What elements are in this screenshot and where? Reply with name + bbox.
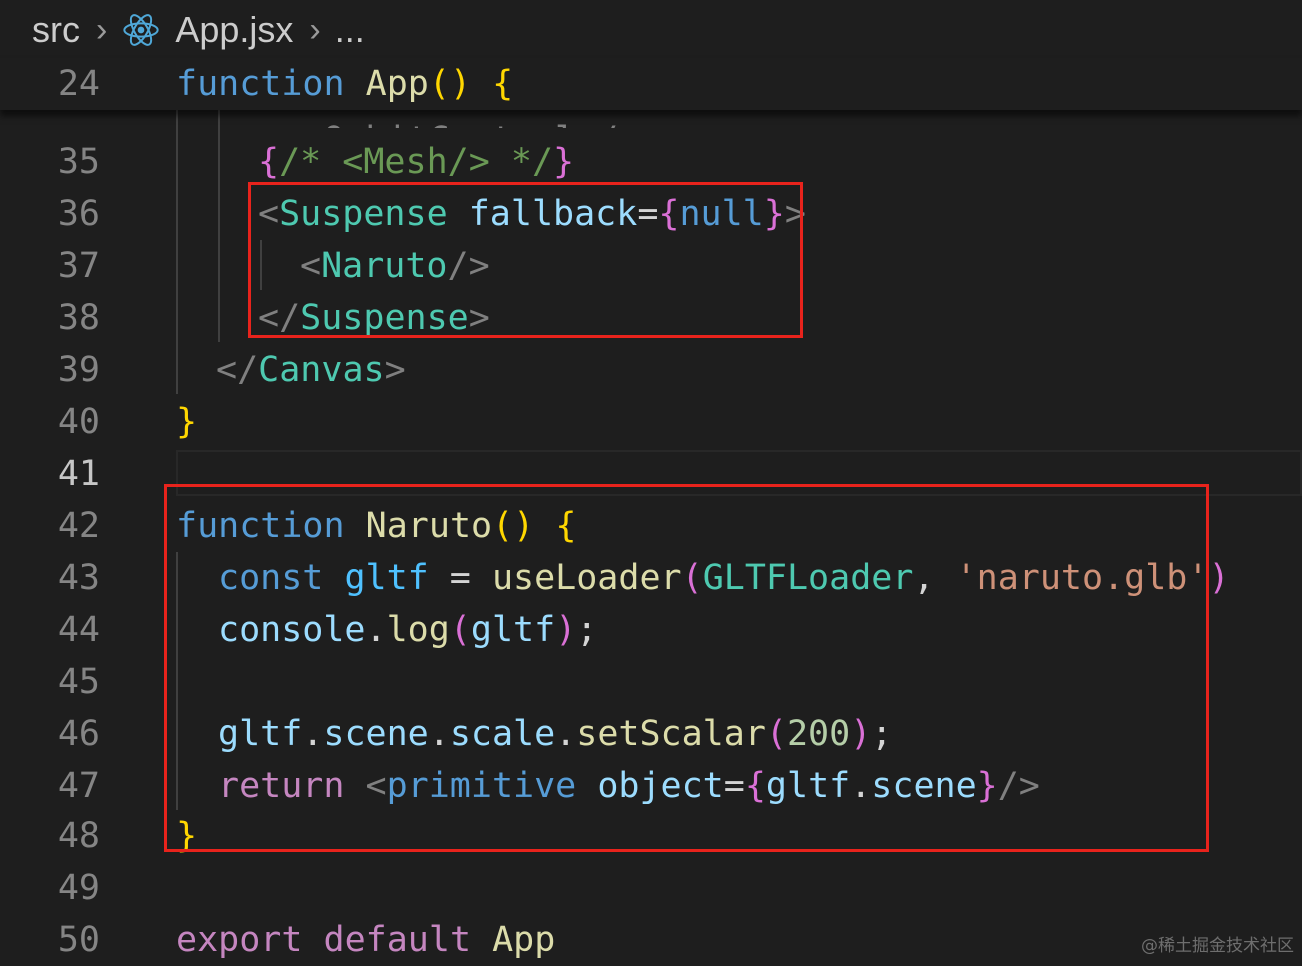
code-text: export default App <box>176 920 556 960</box>
code-line[interactable]: 50 export default App <box>0 914 1302 966</box>
code-text: </Canvas> <box>216 350 406 390</box>
chevron-right-icon: › <box>96 10 108 49</box>
code-line[interactable]: 40 } <box>0 396 1302 448</box>
line-number: 47 <box>57 766 100 806</box>
watermark: @稀土掘金技术社区 <box>1141 936 1294 956</box>
breadcrumb-ellipsis[interactable]: ... <box>335 9 365 51</box>
breadcrumb-folder[interactable]: src <box>32 9 80 51</box>
line-number: 37 <box>57 246 100 286</box>
line-number: 50 <box>57 920 100 960</box>
code-text: {/* <Mesh/> */} <box>258 142 575 182</box>
chevron-right-icon: › <box>309 10 321 49</box>
line-number: 36 <box>57 194 100 234</box>
line-number: 44 <box>57 610 100 650</box>
partial-code-line: <OrbitControls/> <box>176 110 639 128</box>
line-number: 45 <box>57 662 100 702</box>
breadcrumb-file[interactable]: App.jsx <box>175 9 293 51</box>
line-number: 46 <box>57 714 100 754</box>
line-number: 49 <box>57 868 100 908</box>
line-number: 43 <box>57 558 100 598</box>
line-number: 42 <box>57 506 100 546</box>
code-line[interactable]: 35 {/* <Mesh/> */} <box>0 136 1302 188</box>
line-number: 40 <box>57 402 100 442</box>
line-number: 24 <box>57 64 100 104</box>
breadcrumb: src › App.jsx › ... <box>0 0 1302 60</box>
code-text: } <box>176 402 198 442</box>
naruto-function-highlight-box <box>164 484 1209 852</box>
sticky-scroll-header[interactable]: 24 function App() { <box>0 58 1302 110</box>
line-number: 41 <box>57 454 100 494</box>
code-line[interactable]: 49 <box>0 862 1302 914</box>
line-number: 48 <box>57 816 100 856</box>
sticky-code-line[interactable]: 24 function App() { <box>0 58 1302 110</box>
code-text: function App() { <box>176 64 514 104</box>
code-line[interactable]: 39 </Canvas> <box>0 344 1302 396</box>
line-number: 38 <box>57 298 100 338</box>
suspense-highlight-box <box>248 182 803 338</box>
react-icon <box>123 14 159 46</box>
line-number: 39 <box>57 350 100 390</box>
line-number: 35 <box>57 142 100 182</box>
